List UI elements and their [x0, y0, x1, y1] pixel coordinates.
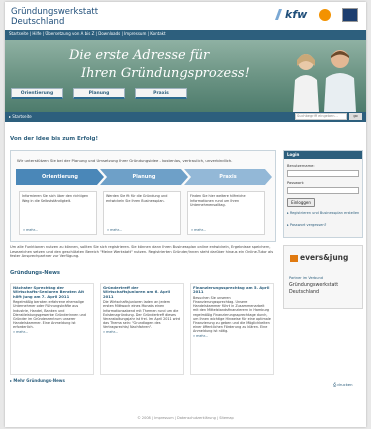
bmwi-flag-icon[interactable]	[342, 8, 358, 22]
news-heading: Gründungs-News	[10, 270, 60, 276]
more-link[interactable]: » mehr...	[23, 228, 38, 233]
more-link[interactable]: » mehr...	[107, 228, 122, 233]
hero-banner: Die erste Adresse für Ihren Gründungspro…	[5, 40, 366, 112]
arrow-praxis[interactable]: Praxis	[184, 169, 272, 185]
more-link[interactable]: » mehr...	[13, 330, 91, 334]
partner-line2: Deutschland	[289, 290, 320, 295]
password-input[interactable]	[287, 187, 359, 194]
partner-logo[interactable]: evers&jung	[300, 253, 348, 262]
brand-line2[interactable]: Deutschland	[11, 17, 64, 27]
username-label: Benutzername:	[287, 164, 315, 168]
username-input[interactable]	[287, 170, 359, 177]
evers-jung-logo-icon	[290, 255, 298, 262]
login-box: Login Benutzername: Passwort: Einloggen …	[283, 150, 363, 238]
top-navigation: Startseite | Hilfe | Übersetzung von A b…	[5, 30, 366, 40]
print-link[interactable]: ⎙ drucken	[333, 382, 353, 387]
arrow-planung[interactable]: Planung	[100, 169, 188, 185]
more-news-link[interactable]: ▸ Mehr Gründungs-News	[10, 378, 65, 383]
forgot-password-link[interactable]: ▸ Passwort vergessen?	[287, 223, 361, 227]
nav-links[interactable]: Startseite | Hilfe | Übersetzung von A b…	[9, 31, 166, 36]
phase-card-orientierung: Informieren Sie sich über den richtigen …	[19, 191, 97, 235]
news-text: Die Wirtschaftsjunioren laden an jedem e…	[103, 300, 180, 330]
news-item: Finanzierungssprechtag am 5. April 2011 …	[190, 283, 274, 375]
search-button[interactable]: go	[349, 113, 362, 120]
news-list: Nächster Sprechtag der Wirtschafts-Senio…	[10, 283, 276, 375]
printer-icon: ⎙	[333, 382, 337, 387]
tab-orientierung[interactable]: Orientierung	[11, 88, 63, 99]
woman-photo-icon	[293, 54, 319, 112]
login-header: Login	[284, 151, 362, 159]
news-text: Besuchen Sie unseren Finanzierungssprech…	[193, 295, 271, 334]
footer[interactable]: © 2008 | Impressum | Datenschutzerklärun…	[5, 416, 366, 420]
kfw-logo[interactable]: kfw	[285, 8, 307, 21]
orange-circle-icon[interactable]	[319, 9, 331, 21]
brand-line1[interactable]: Gründungswerkstatt	[11, 7, 98, 17]
phase-tabs: Orientierung Planung Praxis	[5, 88, 215, 101]
phases-intro: Wir unterstützen Sie bei der Planung und…	[17, 158, 233, 163]
tab-planung[interactable]: Planung	[73, 88, 125, 99]
phase-arrows: Orientierung Planung Praxis	[16, 169, 272, 185]
news-item: Gründertreff der Wirtschaftsjunioren am …	[100, 283, 184, 375]
partner-caption: Partner im Verbund	[289, 276, 323, 280]
breadcrumb-bar: ▸ Startseite Suchbegriff eingeben... go	[5, 112, 366, 122]
hero-slogan-line1: Die erste Adresse für	[69, 48, 210, 63]
phase-card-praxis: Finden Sie hier weitere hilfreiche Infor…	[187, 191, 265, 235]
tab-praxis[interactable]: Praxis	[135, 88, 187, 99]
login-button[interactable]: Einloggen	[287, 198, 315, 207]
man-photo-icon	[324, 50, 356, 112]
news-title[interactable]: Gründertreff der Wirtschaftsjunioren am …	[103, 285, 181, 299]
password-label: Passwort:	[287, 181, 305, 185]
register-link[interactable]: ▸ Registrieren und Businessplan erstelle…	[287, 211, 361, 215]
page: Gründungswerkstatt Deutschland kfw Start…	[5, 2, 366, 427]
site-header: Gründungswerkstatt Deutschland kfw	[5, 2, 366, 30]
more-link[interactable]: » mehr...	[103, 330, 181, 334]
search-input[interactable]: Suchbegriff eingeben...	[295, 113, 347, 120]
news-title[interactable]: Nächster Sprechtag der Wirtschafts-Senio…	[13, 285, 91, 299]
registration-info: Um alle Funktionen nutzen zu können, sol…	[10, 245, 274, 259]
more-link[interactable]: » mehr...	[191, 228, 206, 233]
phase-card-text: Werden Sie fit für die Gründung und entw…	[106, 194, 168, 203]
breadcrumb[interactable]: ▸ Startseite	[9, 114, 32, 119]
partner-promo[interactable]: evers&jung Partner im Verbund Gründungsw…	[283, 245, 363, 309]
page-title: Von der Idee bis zum Erfolg!	[10, 136, 98, 142]
phase-card-text: Informieren Sie sich über den richtigen …	[22, 194, 89, 203]
arrow-orientierung[interactable]: Orientierung	[16, 169, 104, 185]
phase-card-text: Finden Sie hier weitere hilfreiche Infor…	[190, 194, 246, 207]
print-label: drucken	[337, 382, 353, 387]
news-text: Regelmäßig beraten erfahrene ehemalige U…	[13, 300, 86, 330]
more-link[interactable]: » mehr...	[193, 334, 271, 338]
phases-box: Wir unterstützen Sie bei der Planung und…	[10, 150, 276, 242]
hero-slogan-line2: Ihren Gründungsprozess!	[81, 66, 250, 81]
phase-card-planung: Werden Sie fit für die Gründung und entw…	[103, 191, 181, 235]
news-item: Nächster Sprechtag der Wirtschafts-Senio…	[10, 283, 94, 375]
partner-line1: Gründungswerkstatt	[289, 283, 339, 288]
news-title[interactable]: Finanzierungssprechtag am 5. April 2011	[193, 285, 271, 295]
